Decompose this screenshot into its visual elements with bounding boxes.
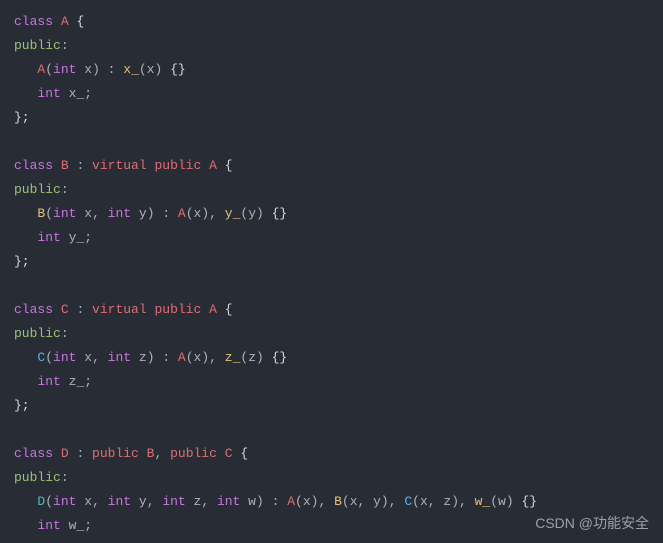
line: int w_; — [14, 518, 92, 533]
line: int x_; — [14, 86, 92, 101]
line: class A { — [14, 14, 84, 29]
member-y: y_ — [69, 230, 85, 245]
keyword-class: class — [14, 14, 53, 29]
blank-line — [14, 422, 22, 437]
init-x: x_ — [123, 62, 139, 77]
class-name-C: C — [61, 302, 69, 317]
line: C(int x, int z) : A(x), z_(z) {} — [14, 350, 287, 365]
line: public: — [14, 470, 69, 485]
line: int z_; — [14, 374, 92, 389]
line: public: — [14, 326, 69, 341]
line: }; — [14, 254, 30, 269]
blank-line — [14, 278, 22, 293]
line: public: — [14, 38, 69, 53]
class-name-A: A — [61, 14, 69, 29]
line: class C : virtual public A { — [14, 302, 233, 317]
line: B(int x, int y) : A(x), y_(y) {} — [14, 206, 287, 221]
line: int y_; — [14, 230, 92, 245]
init-z: z_ — [225, 350, 241, 365]
blank-line — [14, 134, 22, 149]
init-w: w_ — [475, 494, 491, 509]
line: }; — [14, 398, 30, 413]
class-name-D: D — [61, 446, 69, 461]
init-y: y_ — [225, 206, 241, 221]
line: A(int x) : x_(x) {} — [14, 62, 186, 77]
class-name-B: B — [61, 158, 69, 173]
member-x: x_ — [69, 86, 85, 101]
line: class B : virtual public A { — [14, 158, 233, 173]
member-z: z_ — [69, 374, 85, 389]
line: }; — [14, 110, 30, 125]
member-w: w_ — [69, 518, 85, 533]
line: class D : public B, public C { — [14, 446, 248, 461]
line: D(int x, int y, int z, int w) : A(x), B(… — [14, 494, 537, 509]
keyword-public: public — [14, 38, 61, 53]
line: public: — [14, 182, 69, 197]
code-block: class A { public: A(int x) : x_(x) {} in… — [0, 0, 663, 543]
